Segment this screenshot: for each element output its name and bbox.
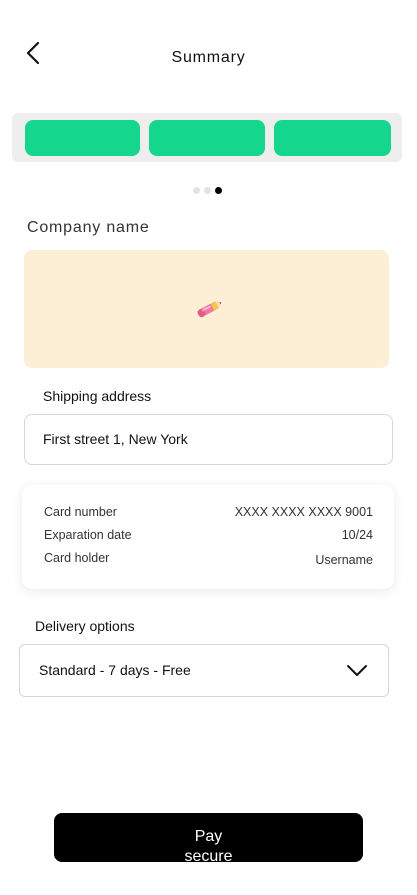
pencil-eraser-icon [197,301,222,318]
payment-details-card: Card number XXXX XXXX XXXX 9001 Exparati… [22,485,394,589]
progress-stepper [12,113,402,162]
page-dot-2[interactable] [204,187,211,194]
page-title: Summary [171,49,246,66]
shipping-address-label: Shipping address [43,388,152,404]
delivery-selected-value: Standard - 7 days - Free [39,662,191,678]
page-dot-3-active[interactable] [215,187,222,194]
step-3 [274,120,391,156]
delivery-options-label: Delivery options [35,618,135,634]
expiration-date-value: 10/24 [341,528,373,542]
chevron-down-icon [347,665,367,676]
expiration-date-label: Exparation date [44,528,132,542]
pay-secure-button[interactable]: Pay secure [54,813,363,862]
company-name-label: Company name [27,219,150,236]
step-1 [25,120,140,156]
card-number-label: Card number [44,505,117,519]
card-holder-value: Username [315,553,373,567]
shipping-address-field[interactable]: First street 1, New York [24,414,393,465]
company-card [24,250,389,368]
delivery-options-select[interactable]: Standard - 7 days - Free [19,644,389,697]
page-dot-1[interactable] [193,187,200,194]
card-number-value: XXXX XXXX XXXX 9001 [234,505,373,519]
card-holder-label: Card holder [44,551,110,565]
step-2 [149,120,265,156]
pay-secure-label: Pay secure [184,828,233,862]
